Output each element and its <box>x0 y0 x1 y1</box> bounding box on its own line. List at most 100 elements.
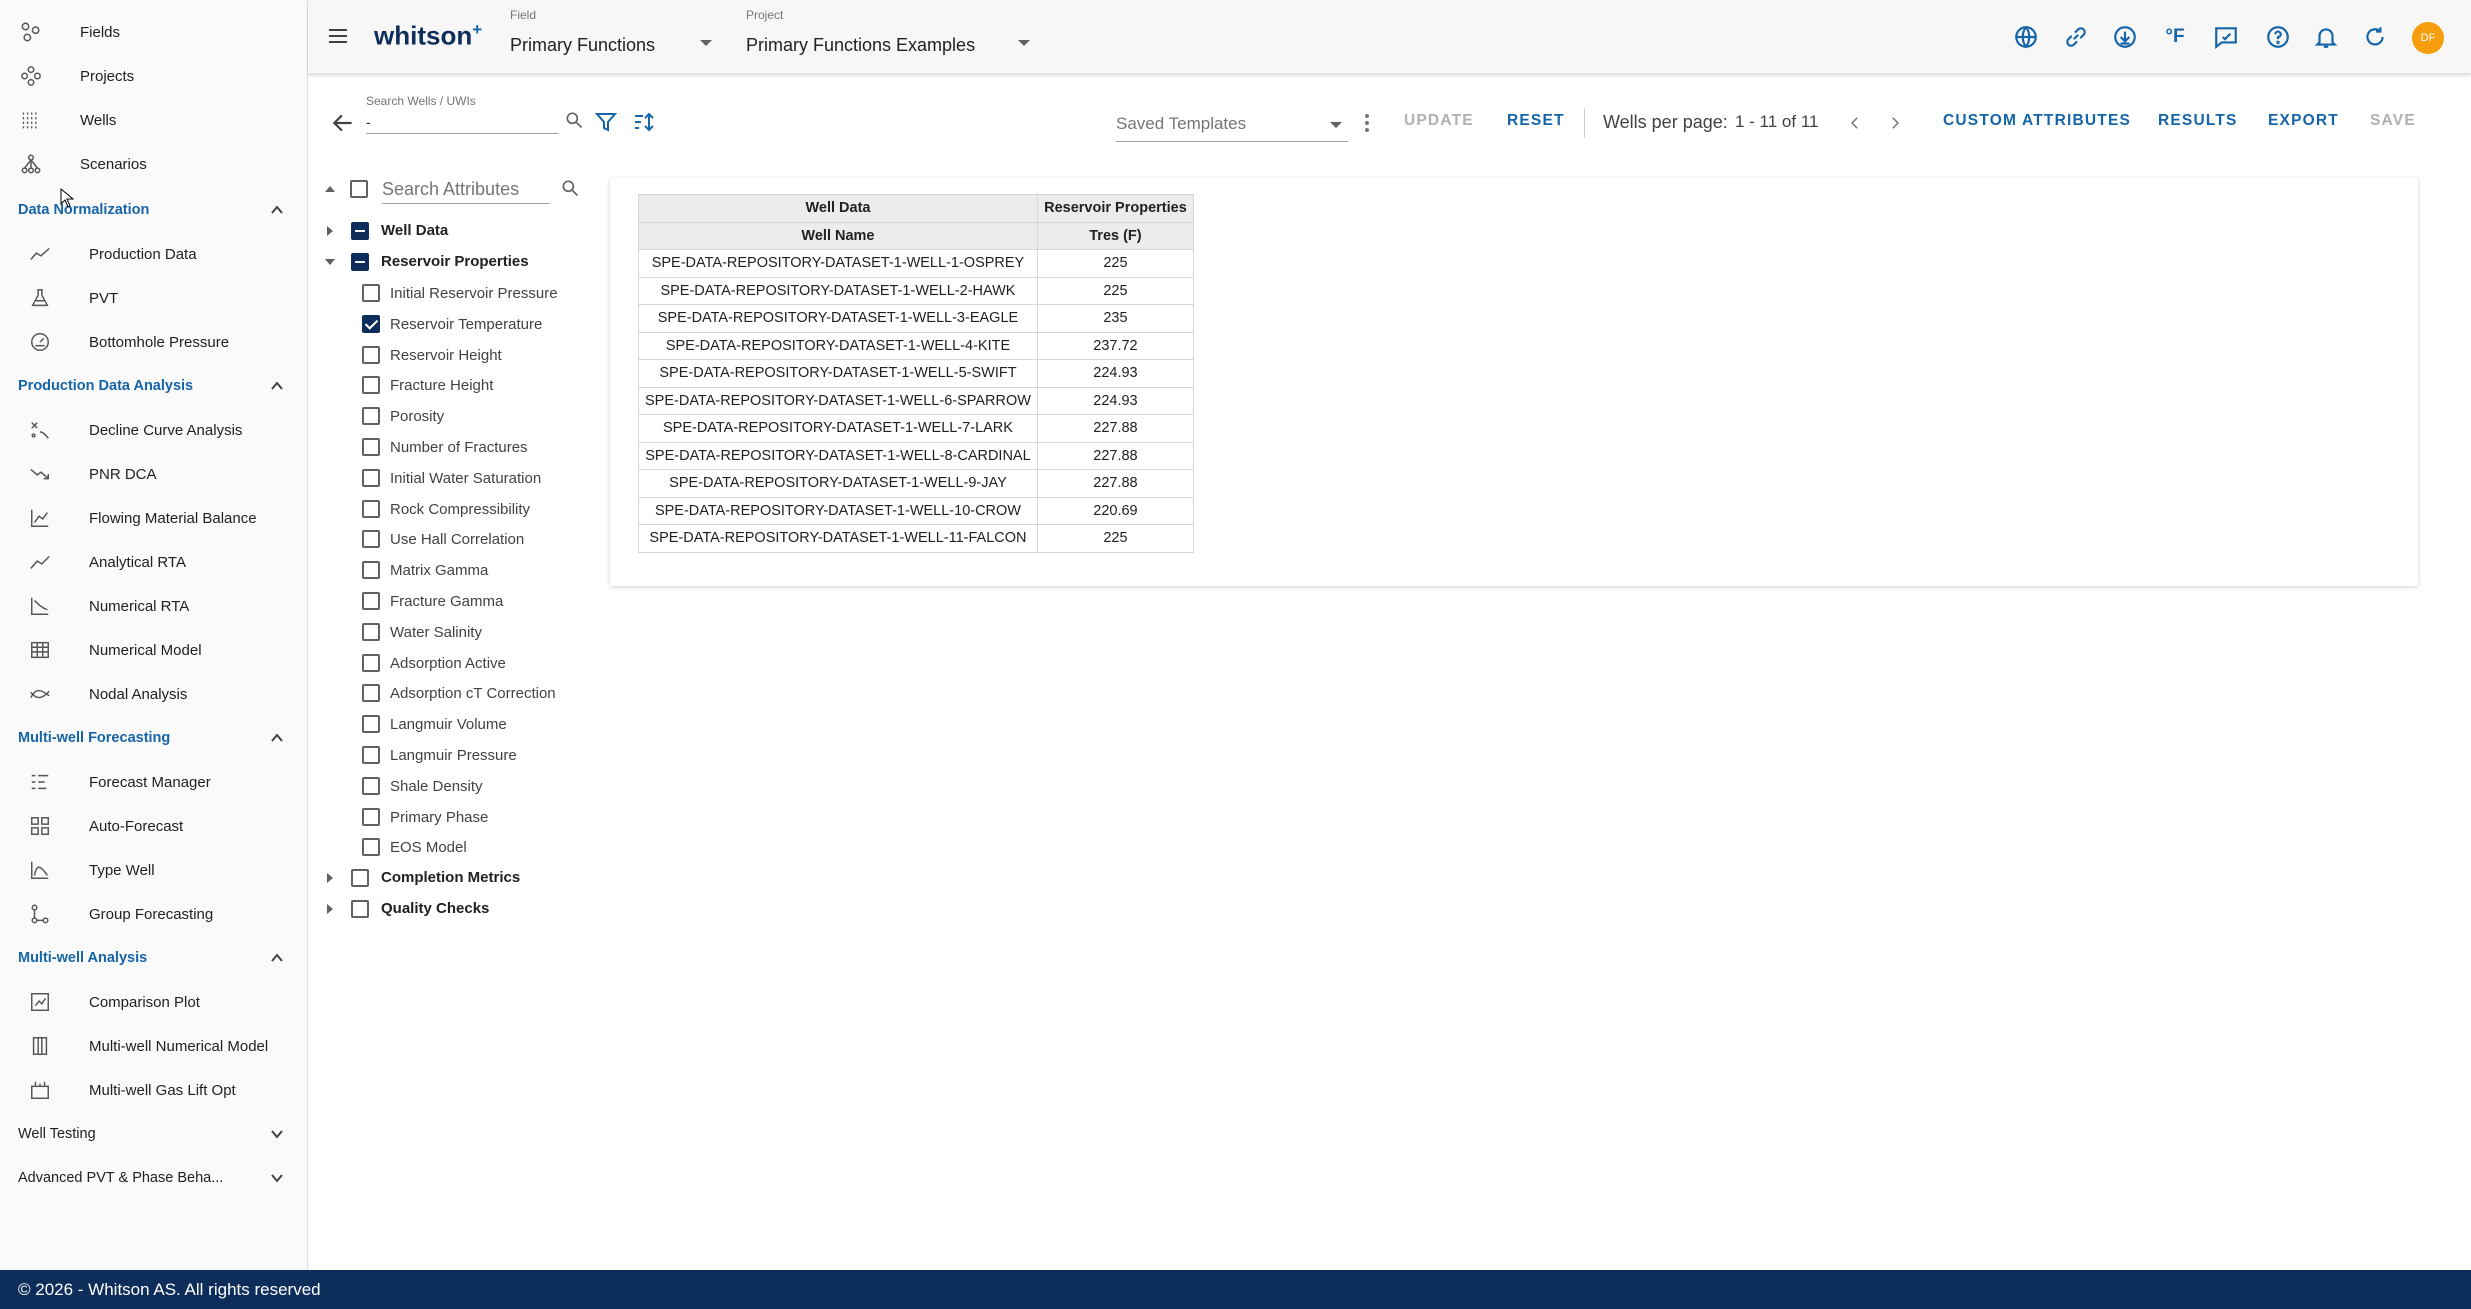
sidebar-item-nodal-analysis[interactable]: Nodal Analysis <box>0 672 308 716</box>
section-multi-well-analysis[interactable]: Multi-well Analysis <box>0 938 308 978</box>
link-icon[interactable] <box>2061 22 2091 52</box>
attribute-checkbox[interactable] <box>362 622 380 641</box>
sidebar-item-group-forecasting[interactable]: Group Forecasting <box>0 892 308 936</box>
attribute-checkbox[interactable] <box>362 345 380 364</box>
table-row[interactable]: SPE-DATA-REPOSITORY-DATASET-1-WELL-9-JAY… <box>638 469 1194 498</box>
section-data-normalization[interactable]: Data Normalization <box>0 190 308 230</box>
reset-button[interactable]: RESET <box>1507 112 1565 136</box>
attribute-checkbox[interactable] <box>362 715 380 734</box>
feedback-icon[interactable] <box>2211 22 2241 52</box>
bell-icon[interactable] <box>2311 22 2341 52</box>
refresh-icon[interactable] <box>2360 22 2390 52</box>
table-row[interactable]: SPE-DATA-REPOSITORY-DATASET-1-WELL-10-CR… <box>638 496 1194 525</box>
attribute-checkbox[interactable] <box>362 499 380 518</box>
attribute-checkbox[interactable] <box>362 653 380 672</box>
attribute-checkbox[interactable] <box>362 592 380 610</box>
table-row[interactable]: SPE-DATA-REPOSITORY-DATASET-1-WELL-11-FA… <box>638 524 1194 553</box>
back-arrow-icon[interactable] <box>330 110 356 136</box>
saved-templates-select[interactable]: Saved Templates <box>1116 110 1348 142</box>
group-checkbox-completion-metrics[interactable] <box>351 869 369 887</box>
table-row[interactable]: SPE-DATA-REPOSITORY-DATASET-1-WELL-4-KIT… <box>638 331 1194 360</box>
search-icon[interactable] <box>564 110 586 132</box>
sidebar-item-bottomhole-pressure[interactable]: Bottomhole Pressure <box>0 320 308 364</box>
attribute-checkbox[interactable] <box>362 807 380 826</box>
app-logo[interactable]: whitson+ <box>374 20 482 52</box>
group-checkbox-reservoir-properties[interactable] <box>351 253 369 271</box>
user-avatar[interactable]: DF <box>2412 22 2444 54</box>
hamburger-menu-icon[interactable] <box>326 24 352 50</box>
section-production-data-analysis[interactable]: Production Data Analysis <box>0 366 308 406</box>
custom-attributes-button[interactable]: CUSTOM ATTRIBUTES <box>1943 112 2131 136</box>
section-well-testing[interactable]: Well Testing <box>0 1114 308 1154</box>
filter-icon[interactable] <box>594 110 620 136</box>
help-icon[interactable] <box>2263 22 2293 52</box>
results-button[interactable]: RESULTS <box>2158 112 2238 136</box>
attribute-checkbox[interactable] <box>362 561 380 580</box>
search-icon[interactable] <box>560 178 582 200</box>
sidebar-item-comparison-plot[interactable]: Comparison Plot <box>0 980 308 1024</box>
expand-caret-icon[interactable] <box>324 903 336 915</box>
sidebar-item-scenarios[interactable]: Scenarios <box>0 142 308 186</box>
sidebar-item-decline-curve-analysis[interactable]: Decline Curve Analysis <box>0 408 308 452</box>
prev-page-icon[interactable] <box>1846 114 1866 134</box>
group-checkbox-well-data[interactable] <box>351 222 369 240</box>
attribute-checkbox[interactable] <box>362 468 380 487</box>
sidebar-item-multi-well-gas-lift-opt[interactable]: Multi-well Gas Lift Opt <box>0 1068 308 1112</box>
project-select[interactable]: Project Primary Functions Examples <box>744 6 1044 64</box>
table-row[interactable]: SPE-DATA-REPOSITORY-DATASET-1-WELL-1-OSP… <box>638 249 1194 278</box>
field-select[interactable]: Field Primary Functions <box>508 6 718 64</box>
table-row[interactable]: SPE-DATA-REPOSITORY-DATASET-1-WELL-5-SWI… <box>638 359 1194 388</box>
sidebar-item-auto-forecast[interactable]: Auto-Forecast <box>0 804 308 848</box>
sidebar-item-forecast-manager[interactable]: Forecast Manager <box>0 760 308 804</box>
save-button[interactable]: SAVE <box>2370 112 2416 136</box>
more-options-icon[interactable] <box>1362 112 1372 136</box>
column-header-well-name[interactable]: Well Name <box>638 221 1038 250</box>
attribute-checkbox[interactable] <box>362 684 380 703</box>
search-attributes-input[interactable] <box>382 176 550 204</box>
sidebar-item-multi-well-numerical-model[interactable]: Multi-well Numerical Model <box>0 1024 308 1068</box>
temperature-unit-icon[interactable]: °F <box>2160 22 2190 52</box>
attribute-checkbox[interactable] <box>362 407 380 426</box>
sidebar-item-analytical-rta[interactable]: Analytical RTA <box>0 540 308 584</box>
table-row[interactable]: SPE-DATA-REPOSITORY-DATASET-1-WELL-7-LAR… <box>638 414 1194 443</box>
next-page-icon[interactable] <box>1886 114 1906 134</box>
sidebar-item-pnr-dca[interactable]: PNR DCA <box>0 452 308 496</box>
attribute-checkbox[interactable] <box>362 838 380 857</box>
table-row[interactable]: SPE-DATA-REPOSITORY-DATASET-1-WELL-3-EAG… <box>638 304 1194 333</box>
update-button[interactable]: UPDATE <box>1404 112 1474 136</box>
select-all-checkbox[interactable] <box>350 180 368 198</box>
table-row[interactable]: SPE-DATA-REPOSITORY-DATASET-1-WELL-2-HAW… <box>638 276 1194 305</box>
group-checkbox-quality-checks[interactable] <box>351 900 369 918</box>
chevron-up-icon <box>270 203 284 217</box>
sidebar-item-numerical-model[interactable]: Numerical Model <box>0 628 308 672</box>
expand-caret-icon[interactable] <box>324 225 336 237</box>
expand-caret-icon[interactable] <box>324 872 336 884</box>
attribute-checkbox[interactable] <box>362 530 380 549</box>
collapse-caret-icon[interactable] <box>324 256 336 268</box>
sidebar-item-fields[interactable]: Fields <box>0 10 308 54</box>
sidebar-item-flowing-material-balance[interactable]: Flowing Material Balance <box>0 496 308 540</box>
sidebar-item-production-data[interactable]: Production Data <box>0 232 308 276</box>
section-advanced-pvt[interactable]: Advanced PVT & Phase Beha... <box>0 1158 308 1198</box>
attribute-checkbox[interactable] <box>362 314 380 333</box>
sidebar-item-projects[interactable]: Projects <box>0 54 308 98</box>
table-row[interactable]: SPE-DATA-REPOSITORY-DATASET-1-WELL-8-CAR… <box>638 441 1194 470</box>
sidebar-item-type-well[interactable]: Type Well <box>0 848 308 892</box>
table-row[interactable]: SPE-DATA-REPOSITORY-DATASET-1-WELL-6-SPA… <box>638 386 1194 415</box>
search-wells-input[interactable] <box>366 110 558 134</box>
attribute-checkbox[interactable] <box>362 746 380 764</box>
column-header-tres[interactable]: Tres (F) <box>1036 221 1194 250</box>
globe-icon[interactable] <box>2011 22 2041 52</box>
attribute-checkbox[interactable] <box>362 438 380 456</box>
sort-icon[interactable] <box>632 110 658 136</box>
export-button[interactable]: EXPORT <box>2268 112 2339 136</box>
sidebar-item-wells[interactable]: Wells <box>0 98 308 142</box>
sidebar-item-pvt[interactable]: PVT <box>0 276 308 320</box>
section-multi-well-forecasting[interactable]: Multi-well Forecasting <box>0 718 308 758</box>
attribute-checkbox[interactable] <box>362 776 380 795</box>
collapse-all-icon[interactable] <box>324 183 336 195</box>
download-icon[interactable] <box>2110 22 2140 52</box>
sidebar-item-numerical-rta[interactable]: Numerical RTA <box>0 584 308 628</box>
attribute-checkbox[interactable] <box>362 284 380 302</box>
attribute-checkbox[interactable] <box>362 376 380 395</box>
